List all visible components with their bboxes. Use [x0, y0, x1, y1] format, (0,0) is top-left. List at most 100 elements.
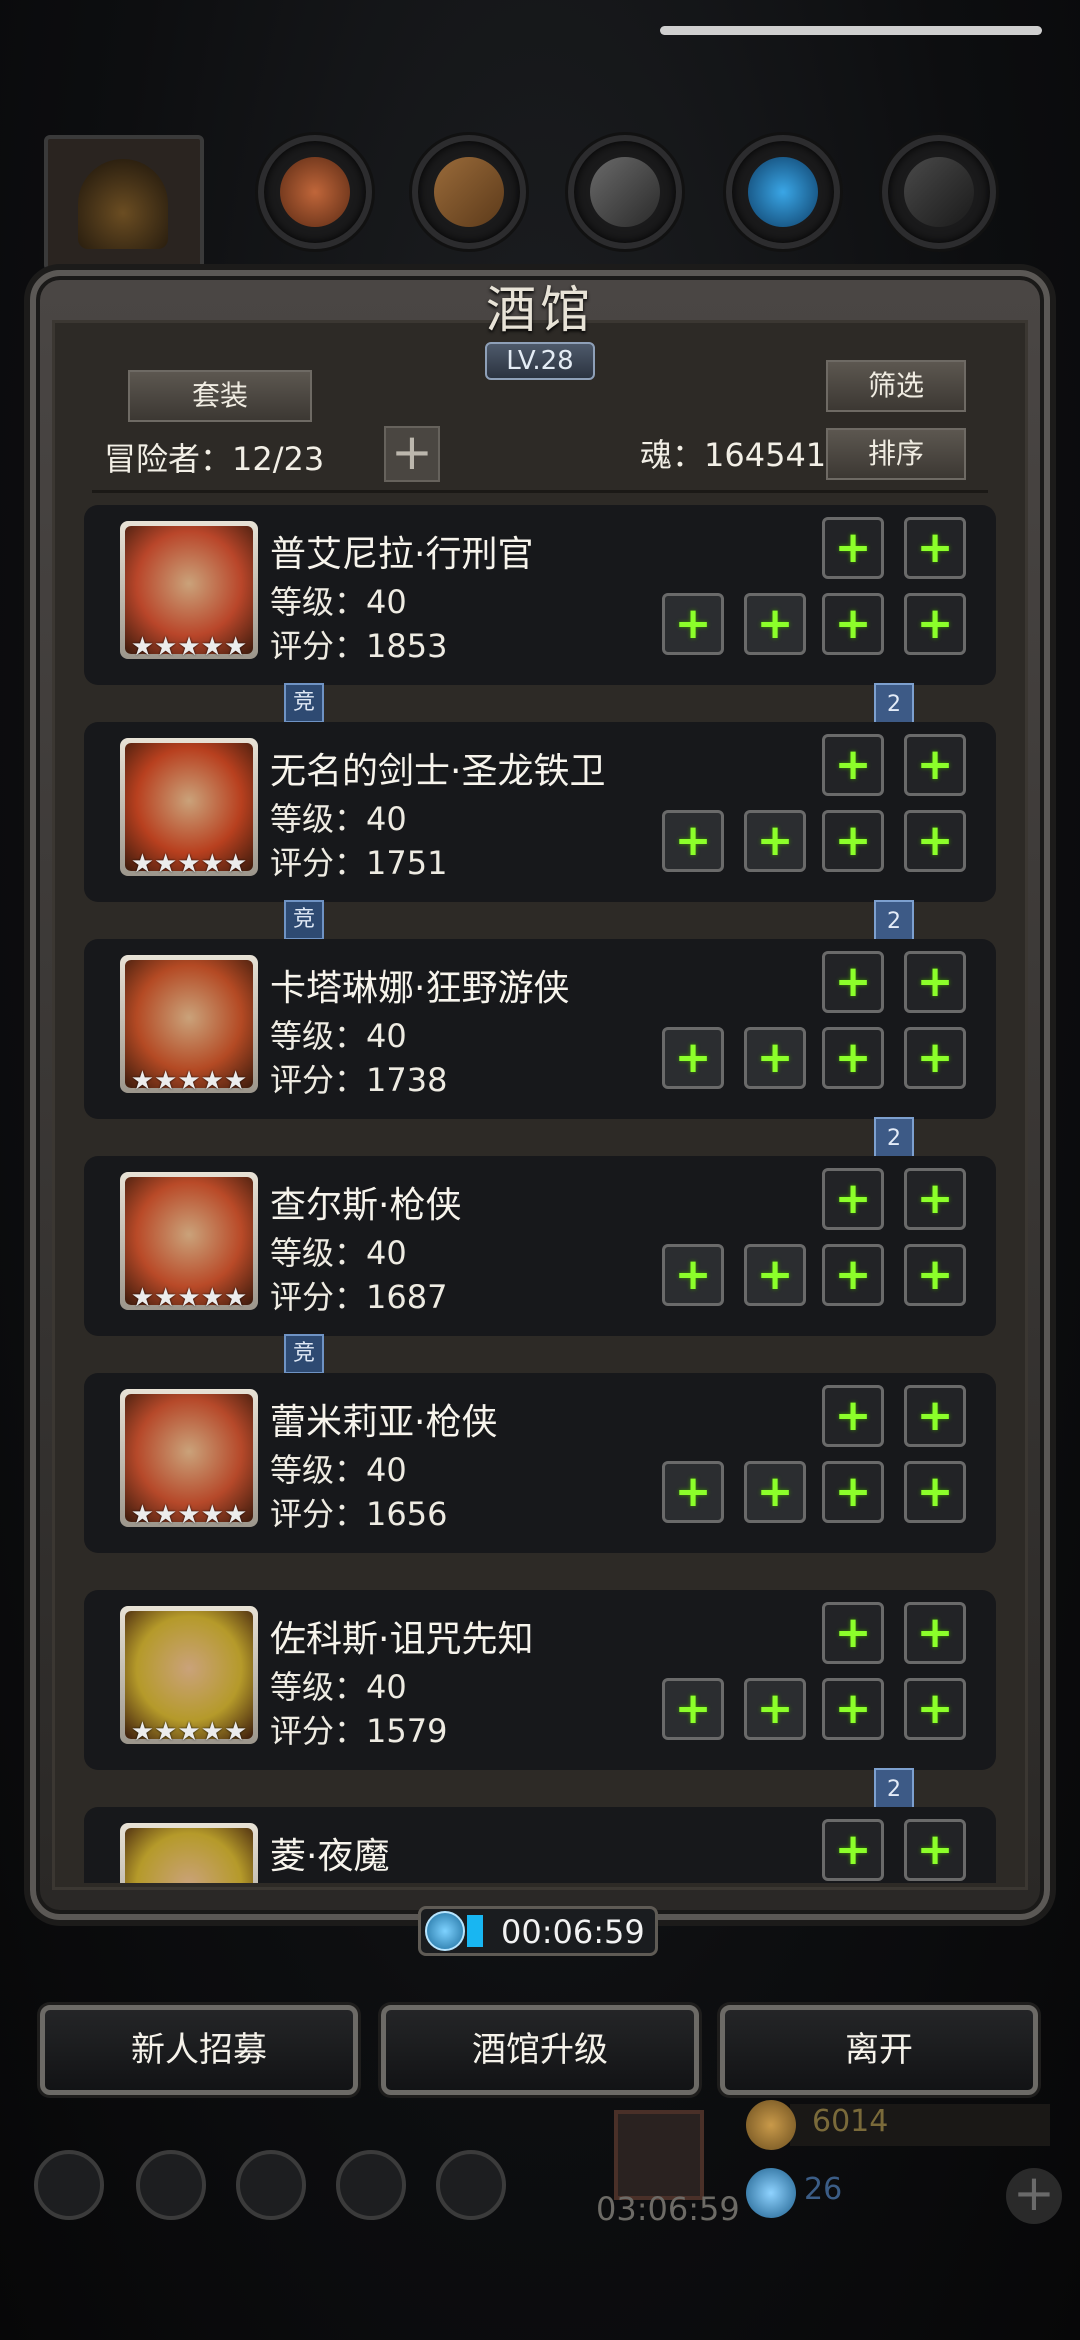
skill-slot-1[interactable]: + — [822, 734, 884, 796]
set-button[interactable]: 套装 — [128, 370, 312, 422]
plus-icon: + — [674, 598, 712, 649]
skill-slot-1[interactable]: + — [822, 1168, 884, 1230]
skill-slot-2[interactable]: + — [904, 517, 966, 579]
recruit-button[interactable]: 新人招募 — [40, 2005, 358, 2095]
hero-card[interactable]: 菱·夜魔 + + — [84, 1807, 996, 1883]
meat-resource-icon[interactable] — [258, 135, 372, 249]
page-title: 酒馆 — [486, 281, 594, 339]
hero-name: 普艾尼拉·行刑官 — [270, 534, 534, 575]
plus-icon: + — [916, 1607, 954, 1658]
hero-level: 等级：40 — [270, 1234, 407, 1272]
crystal-resource-icon[interactable] — [726, 135, 840, 249]
weapon-slot[interactable]: + — [662, 1461, 724, 1523]
iron-resource-icon[interactable] — [568, 135, 682, 249]
armor-slot[interactable]: + — [744, 1244, 806, 1306]
skill-slot-2[interactable]: + — [904, 1168, 966, 1230]
hero-card[interactable]: ★★★★★ 佐科斯·诅咒先知 等级：40 评分：1579 + + + + + + — [84, 1590, 996, 1770]
plus-icon: + — [834, 1607, 872, 1658]
plus-icon: + — [834, 1824, 872, 1875]
weapon-slot[interactable]: + — [662, 810, 724, 872]
armor-slot[interactable]: + — [744, 1678, 806, 1740]
accessory-slot[interactable]: + — [822, 1461, 884, 1523]
skill-slot-2[interactable]: + — [904, 1602, 966, 1664]
weapon-slot[interactable]: + — [662, 1678, 724, 1740]
hero-name: 菱·夜魔 — [270, 1836, 390, 1877]
coin-icon — [746, 2100, 796, 2150]
skill-slot-1[interactable]: + — [822, 517, 884, 579]
hero-stars: ★★★★★ — [130, 1717, 248, 1747]
plus-icon: + — [756, 1683, 794, 1734]
skill-slot-2[interactable]: + — [904, 951, 966, 1013]
armor-slot[interactable]: + — [744, 1027, 806, 1089]
hero-score: 评分：1579 — [270, 1712, 448, 1750]
accessory-slot[interactable]: + — [822, 593, 884, 655]
quest-icon[interactable] — [136, 2150, 206, 2220]
plus-icon: + — [916, 956, 954, 1007]
plus-icon: + — [834, 815, 872, 866]
skill-slot-1[interactable]: + — [822, 1602, 884, 1664]
plus-icon: + — [834, 522, 872, 573]
steel-resource-icon[interactable] — [882, 135, 996, 249]
accessory-slot[interactable]: + — [822, 810, 884, 872]
plus-icon: + — [916, 1249, 954, 1300]
soul-count: 魂：164541 — [640, 436, 827, 474]
plus-icon: + — [834, 1466, 872, 1517]
clock-icon — [425, 1911, 465, 1951]
skill-slot-1[interactable]: + — [822, 951, 884, 1013]
wood-resource-icon[interactable] — [412, 135, 526, 249]
ring-slot[interactable]: + — [904, 1027, 966, 1089]
plus-icon: + — [674, 1032, 712, 1083]
leave-button[interactable]: 离开 — [720, 2005, 1038, 2095]
divider — [92, 490, 988, 493]
skill-slot-1[interactable]: + — [822, 1385, 884, 1447]
gift-icon[interactable] — [614, 2110, 704, 2200]
ring-slot[interactable]: + — [904, 1244, 966, 1306]
plus-icon: + — [756, 815, 794, 866]
hero-resource-icon[interactable] — [44, 135, 204, 271]
mail-icon[interactable] — [336, 2150, 406, 2220]
dice-icon[interactable] — [436, 2150, 506, 2220]
plus-icon: + — [834, 1032, 872, 1083]
plus-icon[interactable]: + — [384, 426, 440, 482]
plus-icon: + — [834, 739, 872, 790]
filter-button[interactable]: 筛选 — [826, 360, 966, 412]
plus-icon: + — [916, 522, 954, 573]
hero-score: 评分：1751 — [270, 844, 448, 882]
hero-card[interactable]: ★★★★★ 查尔斯·枪侠 等级：40 评分：1687 + + + + + + — [84, 1156, 996, 1336]
armor-slot[interactable]: + — [744, 1461, 806, 1523]
weapon-slot[interactable]: + — [662, 593, 724, 655]
tavern-upgrade-button[interactable]: 酒馆升级 — [381, 2005, 699, 2095]
weapon-slot[interactable]: + — [662, 1027, 724, 1089]
accessory-slot[interactable]: + — [822, 1244, 884, 1306]
hero-card[interactable]: ★★★★★ 卡塔琳娜·狂野游侠 等级：40 评分：1738 + + + + + + — [84, 939, 996, 1119]
hero-card[interactable]: ★★★★★ 普艾尼拉·行刑官 等级：40 评分：1853 + + + + + + — [84, 505, 996, 685]
skill-slot-2[interactable]: + — [904, 1819, 966, 1881]
hero-portrait[interactable] — [120, 1823, 258, 1883]
hero-score: 评分：1687 — [270, 1278, 448, 1316]
arena-badge: 竞 — [284, 683, 324, 723]
timer-progress — [467, 1915, 483, 1947]
ring-slot[interactable]: + — [904, 1678, 966, 1740]
castle-icon[interactable] — [236, 2150, 306, 2220]
hero-card[interactable]: ★★★★★ 蕾米莉亚·枪侠 等级：40 评分：1656 + + + + + + — [84, 1373, 996, 1553]
add-currency-icon[interactable]: + — [1006, 2168, 1062, 2224]
accessory-slot[interactable]: + — [822, 1027, 884, 1089]
hero-level: 等级：40 — [270, 800, 407, 838]
settings-icon[interactable] — [34, 2150, 104, 2220]
accessory-slot[interactable]: + — [822, 1678, 884, 1740]
plus-icon: + — [834, 1390, 872, 1441]
weapon-slot[interactable]: + — [662, 1244, 724, 1306]
sort-button[interactable]: 排序 — [826, 428, 966, 480]
skill-slot-2[interactable]: + — [904, 734, 966, 796]
ring-slot[interactable]: + — [904, 810, 966, 872]
tavern-level-badge: LV.28 — [485, 342, 595, 380]
armor-slot[interactable]: + — [744, 593, 806, 655]
ring-slot[interactable]: + — [904, 1461, 966, 1523]
plus-icon: + — [916, 598, 954, 649]
armor-slot[interactable]: + — [744, 810, 806, 872]
skill-slot-2[interactable]: + — [904, 1385, 966, 1447]
hero-card[interactable]: ★★★★★ 无名的剑士·圣龙铁卫 等级：40 评分：1751 + + + + + + — [84, 722, 996, 902]
skill-slot-1[interactable]: + — [822, 1819, 884, 1881]
ring-slot[interactable]: + — [904, 593, 966, 655]
hero-score: 评分：1853 — [270, 627, 448, 665]
